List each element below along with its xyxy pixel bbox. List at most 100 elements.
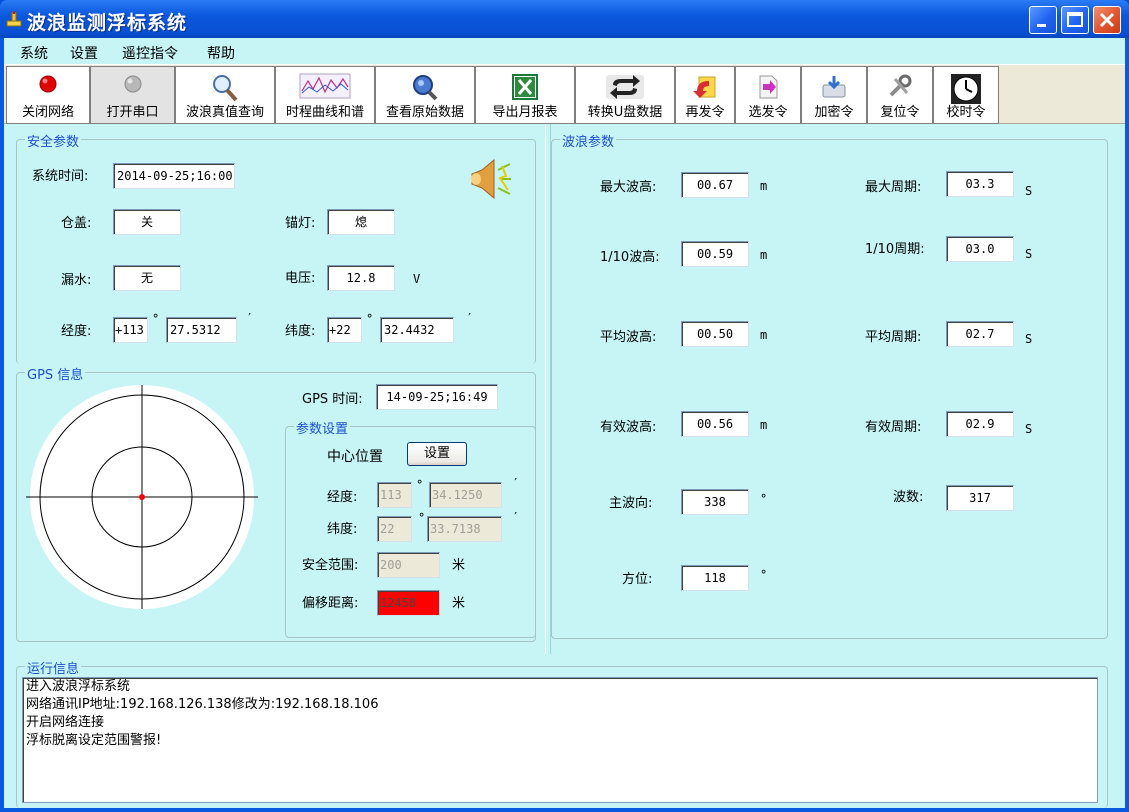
center-lon-deg-symbol: ° [416, 478, 424, 492]
resend-icon [693, 76, 716, 98]
max-period-field[interactable]: 03.3 [946, 171, 1014, 197]
safety-lon-deg-field[interactable]: +113 [113, 317, 148, 343]
center-lon-min-field[interactable]: 34.1250 [429, 482, 502, 508]
toolbar-curve-spectrum-button[interactable]: 时程曲线和谱 [275, 66, 375, 124]
offset-distance-field[interactable]: 12458 [377, 590, 440, 616]
avg-period-field[interactable]: 02.7 [946, 321, 1014, 347]
toolbar-time-sync-button[interactable]: 校时令 [933, 66, 999, 124]
center-lat-deg-field[interactable]: 22 [377, 516, 412, 542]
sys-time-label: 系统时间: [32, 169, 89, 184]
minimize-icon [1037, 24, 1046, 27]
h10-field[interactable]: 00.59 [681, 241, 749, 267]
safety-lat-min-field[interactable]: 32.4432 [380, 317, 454, 343]
set-center-button[interactable]: 设置 [407, 442, 467, 466]
avg-height-label: 平均波高: [600, 330, 657, 345]
max-period-unit: S [1025, 184, 1033, 198]
safety-group: 安全参数 [16, 131, 536, 364]
maximize-button[interactable] [1061, 6, 1089, 34]
toolbar-label: 校时令 [946, 105, 986, 120]
max-period-label: 最大周期: [865, 180, 922, 195]
max-height-field[interactable]: 00.67 [681, 172, 749, 198]
toolbar-reset-command-button[interactable]: 复位令 [867, 66, 933, 124]
center-lon-min-symbol: ′ [512, 476, 520, 490]
wave-legend: 波浪参数 [560, 131, 617, 150]
close-icon [1099, 12, 1115, 28]
leak-field[interactable]: 无 [113, 265, 181, 291]
log-line: 进入波浪浮标系统 [26, 679, 131, 694]
log-line: 网络通讯IP地址:192.168.126.138修改为:192.168.18.1… [26, 697, 379, 712]
search-globe-icon [413, 75, 438, 101]
avg-period-unit: S [1025, 332, 1033, 346]
gps-time-field[interactable]: 14-09-25;16:49 [376, 384, 498, 410]
voltage-field[interactable]: 12.8 [327, 265, 395, 291]
safety-lon-min-field[interactable]: 27.5312 [166, 317, 237, 343]
toolbar-convert-usb-button[interactable]: 转换U盘数据 [575, 66, 675, 124]
toolbar-close-network-button[interactable]: 关闭网络 [6, 66, 90, 124]
log-line: 开启网络连接 [26, 715, 105, 730]
safety-lat-deg-symbol: ° [366, 312, 374, 326]
hatch-field[interactable]: 关 [113, 209, 181, 235]
app-icon [6, 11, 22, 27]
menu-remote-commands[interactable]: 遥控指令 [122, 43, 178, 63]
magnifier-icon [213, 75, 238, 102]
toolbar-label: 加密令 [814, 105, 854, 120]
toolbar-resend-command-button[interactable]: 再发令 [675, 66, 735, 124]
reset-icon [889, 74, 912, 97]
safe-range-field[interactable]: 200 [377, 552, 440, 578]
toolbar-wave-query-button[interactable]: 波浪真值查询 [175, 66, 275, 124]
sys-time-field[interactable]: 2014-09-25;16:00 [113, 163, 235, 189]
sig-height-unit: m [760, 418, 768, 432]
wave-count-field[interactable]: 317 [946, 485, 1014, 511]
toolbar-raw-data-button[interactable]: 查看原始数据 [375, 66, 475, 124]
azimuth-field[interactable]: 118 [681, 565, 749, 591]
safety-lat-deg-field[interactable]: +22 [327, 317, 362, 343]
sig-period-field[interactable]: 02.9 [946, 411, 1014, 437]
toolbar-encrypt-command-button[interactable]: 加密令 [801, 66, 867, 124]
toolbar-export-monthly-button[interactable]: 导出月报表 [475, 66, 575, 124]
toolbar-open-serial-button[interactable]: 打开串口 [90, 66, 175, 124]
maximize-icon [1067, 12, 1083, 27]
offset-distance-label: 偏移距离: [302, 596, 359, 611]
anchor-light-label: 锚灯: [285, 216, 316, 231]
sig-height-field[interactable]: 00.56 [681, 411, 749, 437]
log-textarea[interactable]: 进入波浪浮标系统 网络通讯IP地址:192.168.126.138修改为:192… [22, 677, 1098, 803]
anchor-light-field[interactable]: 熄 [327, 209, 395, 235]
gray-dot-icon [124, 75, 141, 93]
main-direction-unit: ° [760, 492, 768, 506]
main-direction-field[interactable]: 338 [681, 489, 749, 515]
params-legend: 参数设置 [294, 418, 351, 437]
leak-label: 漏水: [61, 273, 92, 288]
voltage-unit: V [413, 272, 421, 286]
menu-system[interactable]: 系统 [20, 43, 48, 63]
toolbar-select-send-button[interactable]: 选发令 [735, 66, 801, 124]
menu-settings[interactable]: 设置 [70, 43, 98, 63]
buoy-position-marker [139, 494, 145, 500]
toolbar-label: 导出月报表 [492, 105, 558, 120]
voltage-label: 电压: [285, 271, 316, 286]
avg-height-unit: m [760, 328, 768, 342]
toolbar-label: 波浪真值查询 [185, 105, 264, 120]
chart-icon [299, 73, 351, 99]
center-lat-min-field[interactable]: 33.7138 [427, 516, 502, 542]
red-dot-icon [39, 75, 57, 93]
center-lon-deg-field[interactable]: 113 [377, 482, 412, 508]
t10-field[interactable]: 03.0 [946, 236, 1014, 262]
title-bar[interactable]: 波浪监测浮标系统 [0, 0, 1129, 38]
safe-range-label: 安全范围: [302, 558, 359, 573]
h10-unit: m [760, 248, 768, 262]
menu-help[interactable]: 帮助 [207, 43, 235, 63]
wave-group: 波浪参数 [551, 131, 1108, 639]
toolbar: 关闭网络 打开串口 波浪真值查询 时程曲线和谱 查看原始数据 导出月报表 转换U… [4, 64, 1125, 124]
toolbar-label: 转换U盘数据 [587, 105, 663, 120]
encrypt-icon [822, 76, 846, 98]
minimize-button[interactable] [1029, 6, 1057, 34]
log-line: 浮标脱离设定范围警报! [26, 733, 162, 748]
safety-legend: 安全参数 [25, 131, 82, 150]
t10-label: 1/10周期: [865, 242, 925, 257]
center-lat-deg-symbol: ° [418, 511, 426, 525]
select-send-icon [759, 75, 778, 99]
t10-unit: S [1025, 247, 1033, 261]
menu-bar: 系统 设置 遥控指令 帮助 [4, 38, 1125, 64]
close-button[interactable] [1093, 6, 1121, 34]
avg-height-field[interactable]: 00.50 [681, 321, 749, 347]
